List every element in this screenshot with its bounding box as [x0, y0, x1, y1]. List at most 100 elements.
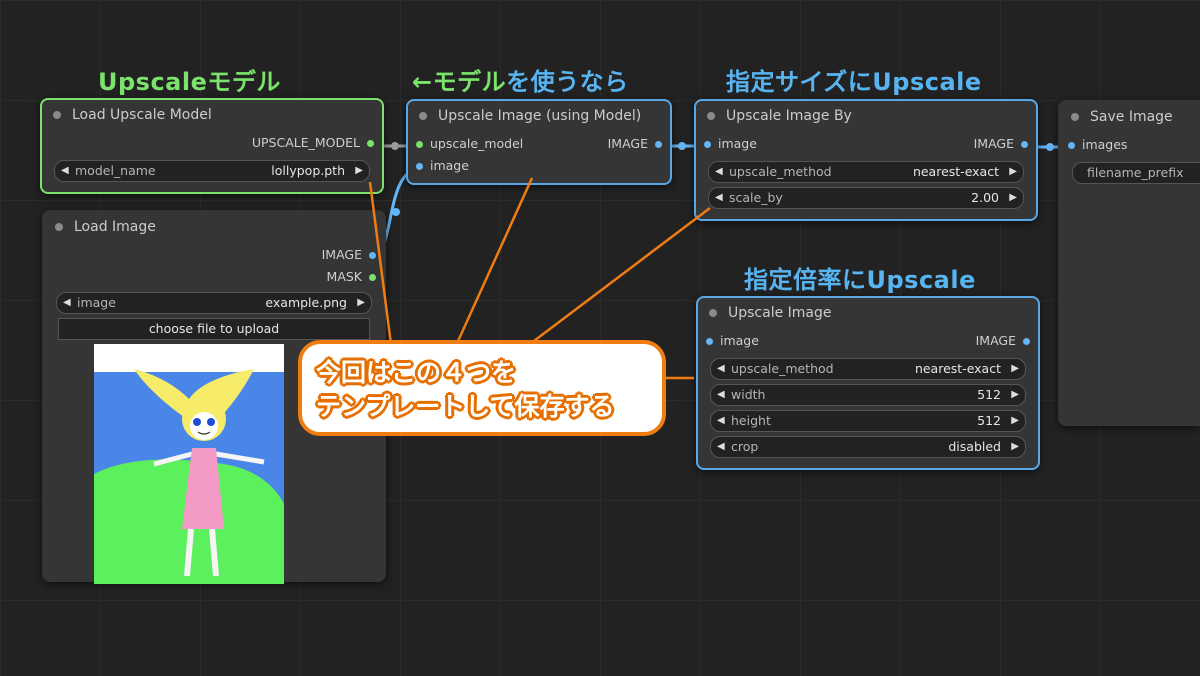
callout-line-2: テンプレートして保存する: [316, 392, 615, 421]
preview-drawing: [94, 344, 284, 584]
widget-name: model_name: [75, 163, 156, 178]
output-port-image[interactable]: [655, 141, 662, 148]
widget-name: upscale_method: [731, 361, 834, 376]
heading-specified-ratio: 指定倍率にUpscale: [744, 266, 976, 294]
arrow-left-icon[interactable]: ◀: [715, 162, 723, 182]
image-preview: [94, 344, 284, 584]
output-port-image[interactable]: [1023, 338, 1030, 345]
collapse-dot-icon[interactable]: [55, 223, 63, 231]
image-combo[interactable]: ◀ image example.png ▶: [56, 292, 372, 314]
input-label: image: [430, 158, 469, 173]
arrow-left-icon[interactable]: ◀: [717, 437, 725, 457]
input-port-images[interactable]: [1068, 142, 1075, 149]
input-port-upscale-model[interactable]: [416, 141, 423, 148]
input-label: image: [718, 136, 757, 151]
widget-value: disabled: [948, 439, 1001, 454]
input-label: images: [1082, 137, 1128, 152]
node-save-image[interactable]: Save Image images filename_prefix: [1058, 100, 1200, 426]
arrow-right-icon[interactable]: ▶: [1009, 162, 1017, 182]
io-row-image: image: [408, 155, 670, 177]
callout-text: 今回はこの４つを テンプレートして保存する: [316, 356, 615, 424]
arrow-left-icon[interactable]: ◀: [717, 385, 725, 405]
widget-value: 2.00: [971, 190, 999, 205]
output-row-image: IMAGE: [44, 244, 384, 266]
arrow-right-icon[interactable]: ▶: [1009, 188, 1017, 208]
arrow-right-icon[interactable]: ▶: [1011, 385, 1019, 405]
height-number[interactable]: ◀ height 512 ▶: [710, 410, 1026, 432]
arrow-left-icon[interactable]: ◀: [717, 359, 725, 379]
output-port-upscale-model[interactable]: [367, 140, 374, 147]
callout-bubble: 今回はこの４つを テンプレートして保存する: [298, 340, 666, 436]
node-title[interactable]: Save Image: [1060, 102, 1200, 132]
arrow-right-icon[interactable]: ▶: [1011, 437, 1019, 457]
width-number[interactable]: ◀ width 512 ▶: [710, 384, 1026, 406]
input-label: upscale_model: [430, 136, 524, 151]
node-title-text: Upscale Image: [728, 305, 832, 321]
node-title-text: Save Image: [1090, 109, 1173, 125]
node-title[interactable]: Upscale Image (using Model): [408, 101, 670, 131]
output-port-image[interactable]: [1021, 141, 1028, 148]
arrow-right-icon[interactable]: ▶: [1011, 411, 1019, 431]
collapse-dot-icon[interactable]: [709, 309, 717, 317]
widget-value: 512: [977, 413, 1001, 428]
node-upscale-image-by[interactable]: Upscale Image By image IMAGE ◀ upscale_m…: [694, 99, 1038, 221]
collapse-dot-icon[interactable]: [1071, 113, 1079, 121]
output-label: IMAGE: [975, 333, 1016, 348]
arrow-right-icon[interactable]: ▶: [355, 161, 363, 181]
choose-file-button[interactable]: choose file to upload: [58, 318, 370, 340]
node-title[interactable]: Upscale Image: [698, 298, 1038, 328]
upscale-method-combo[interactable]: ◀ upscale_method nearest-exact ▶: [710, 358, 1026, 380]
heading-use-model: ←モデルを使うなら: [412, 62, 629, 97]
widget-name: filename_prefix: [1087, 165, 1184, 180]
arrow-right-icon[interactable]: ▶: [1011, 359, 1019, 379]
input-port-image[interactable]: [416, 163, 423, 170]
widget-value: example.png: [265, 295, 347, 310]
node-title[interactable]: Load Image: [44, 212, 384, 242]
widget-name: upscale_method: [729, 164, 832, 179]
widget-name: image: [77, 295, 116, 310]
io-row-image: image IMAGE: [698, 330, 1038, 352]
heading-use-model-rest: を使うなら: [506, 68, 629, 96]
io-row-model: upscale_model IMAGE: [408, 133, 670, 155]
heading-specified-size: 指定サイズにUpscale: [726, 68, 982, 96]
node-upscale-image[interactable]: Upscale Image image IMAGE ◀ upscale_meth…: [696, 296, 1040, 470]
scale-by-number[interactable]: ◀ scale_by 2.00 ▶: [708, 187, 1024, 209]
widget-value: 512: [977, 387, 1001, 402]
collapse-dot-icon[interactable]: [707, 112, 715, 120]
input-label: image: [720, 333, 759, 348]
output-label: IMAGE: [973, 136, 1014, 151]
arrow-left-icon[interactable]: ◀: [61, 161, 69, 181]
upscale-method-combo[interactable]: ◀ upscale_method nearest-exact ▶: [708, 161, 1024, 183]
collapse-dot-icon[interactable]: [53, 111, 61, 119]
output-row-mask: MASK: [44, 266, 384, 288]
output-label: IMAGE: [321, 247, 362, 262]
widget-name: width: [731, 387, 766, 402]
output-row: UPSCALE_MODEL: [42, 132, 382, 154]
arrow-right-icon[interactable]: ▶: [357, 293, 365, 313]
node-load-upscale-model[interactable]: Load Upscale Model UPSCALE_MODEL ◀ model…: [40, 98, 384, 194]
heading-use-model-arrow: ←モデル: [412, 68, 507, 96]
node-title-text: Upscale Image (using Model): [438, 108, 642, 124]
heading-upscale-model: Upscaleモデル: [98, 68, 281, 96]
arrow-left-icon[interactable]: ◀: [63, 293, 71, 313]
model-name-combo[interactable]: ◀ model_name lollypop.pth ▶: [54, 160, 370, 182]
node-title-text: Load Image: [74, 219, 156, 235]
node-title[interactable]: Load Upscale Model: [42, 100, 382, 130]
widget-value: lollypop.pth: [271, 163, 345, 178]
callout-line-1: 今回はこの４つを: [316, 358, 517, 387]
widget-value: nearest-exact: [914, 361, 1001, 376]
node-title[interactable]: Upscale Image By: [696, 101, 1036, 131]
input-port-image[interactable]: [704, 141, 711, 148]
collapse-dot-icon[interactable]: [419, 112, 427, 120]
filename-prefix-field[interactable]: filename_prefix: [1072, 162, 1200, 184]
output-port-mask[interactable]: [369, 274, 376, 281]
node-upscale-using-model[interactable]: Upscale Image (using Model) upscale_mode…: [406, 99, 672, 185]
widget-name: scale_by: [729, 190, 783, 205]
output-label: IMAGE: [607, 136, 648, 151]
widget-name: crop: [731, 439, 759, 454]
input-port-image[interactable]: [706, 338, 713, 345]
arrow-left-icon[interactable]: ◀: [715, 188, 723, 208]
arrow-left-icon[interactable]: ◀: [717, 411, 725, 431]
crop-combo[interactable]: ◀ crop disabled ▶: [710, 436, 1026, 458]
output-port-image[interactable]: [369, 252, 376, 259]
